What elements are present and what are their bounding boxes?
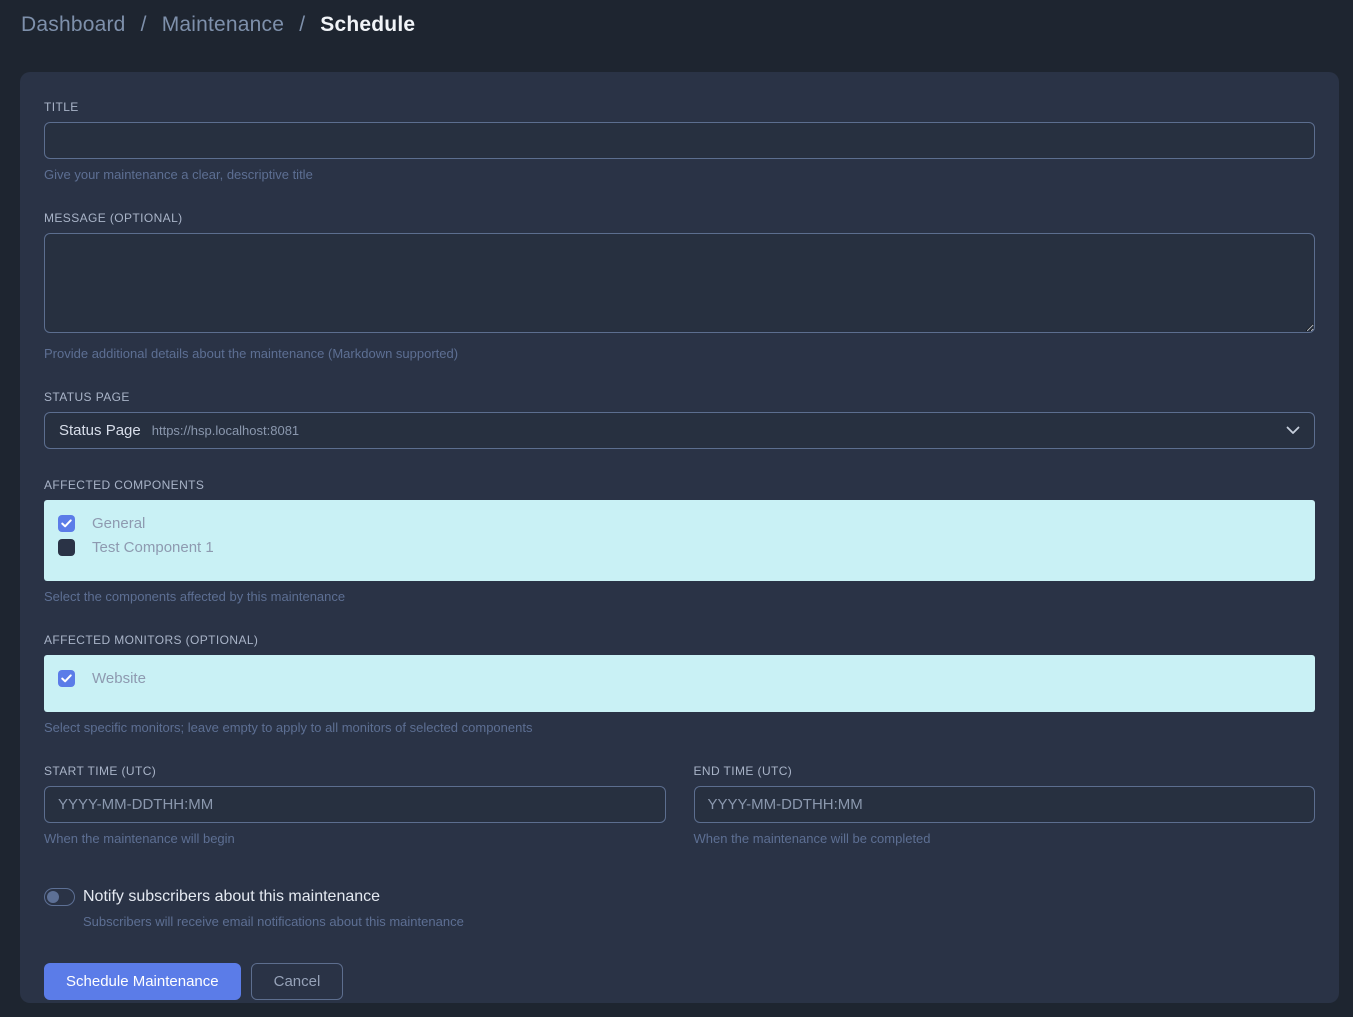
status-page-select[interactable]: Status Page https://hsp.localhost:8081	[44, 412, 1315, 449]
page-title: Schedule	[320, 13, 415, 36]
monitor-option-label: Website	[92, 670, 146, 687]
status-page-selected-name: Status Page	[59, 422, 141, 439]
status-page-label: STATUS PAGE	[44, 390, 1315, 404]
notify-subscribers-helper: Subscribers will receive email notificat…	[83, 914, 1315, 929]
title-label: TITLE	[44, 100, 1315, 114]
checkbox-icon[interactable]	[58, 539, 75, 556]
checkbox-icon[interactable]	[58, 670, 75, 687]
start-time-field: START TIME (UTC) When the maintenance wi…	[44, 764, 666, 846]
top-bar: Dashboard / Maintenance / Schedule	[0, 0, 1353, 52]
end-time-helper: When the maintenance will be completed	[694, 831, 1316, 846]
checkbox-icon[interactable]	[58, 515, 75, 532]
monitor-option-website[interactable]: Website	[58, 666, 1315, 690]
end-time-field: END TIME (UTC) When the maintenance will…	[694, 764, 1316, 846]
status-page-selected-url: https://hsp.localhost:8081	[152, 423, 299, 438]
end-time-label: END TIME (UTC)	[694, 764, 1316, 778]
affected-monitors-section: AFFECTED MONITORS (OPTIONAL) Website Sel…	[44, 633, 1315, 735]
notify-section: Notify subscribers about this maintenanc…	[44, 888, 1315, 929]
chevron-down-icon	[1286, 426, 1300, 435]
breadcrumb: Dashboard / Maintenance / Schedule	[21, 13, 1353, 37]
breadcrumb-maintenance[interactable]: Maintenance	[162, 13, 284, 36]
cancel-button[interactable]: Cancel	[251, 963, 344, 1000]
start-time-input[interactable]	[44, 786, 666, 823]
title-section: TITLE Give your maintenance a clear, des…	[44, 100, 1315, 182]
component-option-test-component-1[interactable]: Test Component 1	[58, 535, 1315, 559]
breadcrumb-separator: /	[299, 13, 305, 36]
end-time-input[interactable]	[694, 786, 1316, 823]
message-helper: Provide additional details about the mai…	[44, 346, 1315, 361]
affected-components-listbox[interactable]: General Test Component 1	[44, 500, 1315, 581]
title-helper: Give your maintenance a clear, descripti…	[44, 167, 1315, 182]
status-page-section: STATUS PAGE Status Page https://hsp.loca…	[44, 390, 1315, 449]
breadcrumb-separator: /	[141, 13, 147, 36]
notify-subscribers-label: Notify subscribers about this maintenanc…	[83, 888, 380, 906]
affected-components-label: AFFECTED COMPONENTS	[44, 478, 1315, 492]
form-actions: Schedule Maintenance Cancel	[44, 963, 1315, 1000]
affected-monitors-label: AFFECTED MONITORS (OPTIONAL)	[44, 633, 1315, 647]
component-option-label: General	[92, 515, 145, 532]
schedule-maintenance-form-card: TITLE Give your maintenance a clear, des…	[20, 72, 1339, 1003]
toggle-knob-icon	[47, 891, 59, 903]
start-time-helper: When the maintenance will begin	[44, 831, 666, 846]
message-label: MESSAGE (OPTIONAL)	[44, 211, 1315, 225]
affected-monitors-helper: Select specific monitors; leave empty to…	[44, 720, 1315, 735]
message-section: MESSAGE (OPTIONAL) Provide additional de…	[44, 211, 1315, 361]
message-textarea[interactable]	[44, 233, 1315, 333]
component-option-general[interactable]: General	[58, 511, 1315, 535]
affected-monitors-listbox[interactable]: Website	[44, 655, 1315, 712]
component-option-label: Test Component 1	[92, 539, 214, 556]
breadcrumb-dashboard[interactable]: Dashboard	[21, 13, 126, 36]
time-section: START TIME (UTC) When the maintenance wi…	[44, 764, 1315, 846]
schedule-maintenance-button[interactable]: Schedule Maintenance	[44, 963, 241, 1000]
affected-components-helper: Select the components affected by this m…	[44, 589, 1315, 604]
notify-subscribers-toggle[interactable]	[44, 888, 75, 906]
title-input[interactable]	[44, 122, 1315, 159]
start-time-label: START TIME (UTC)	[44, 764, 666, 778]
affected-components-section: AFFECTED COMPONENTS General Test Compone…	[44, 478, 1315, 604]
